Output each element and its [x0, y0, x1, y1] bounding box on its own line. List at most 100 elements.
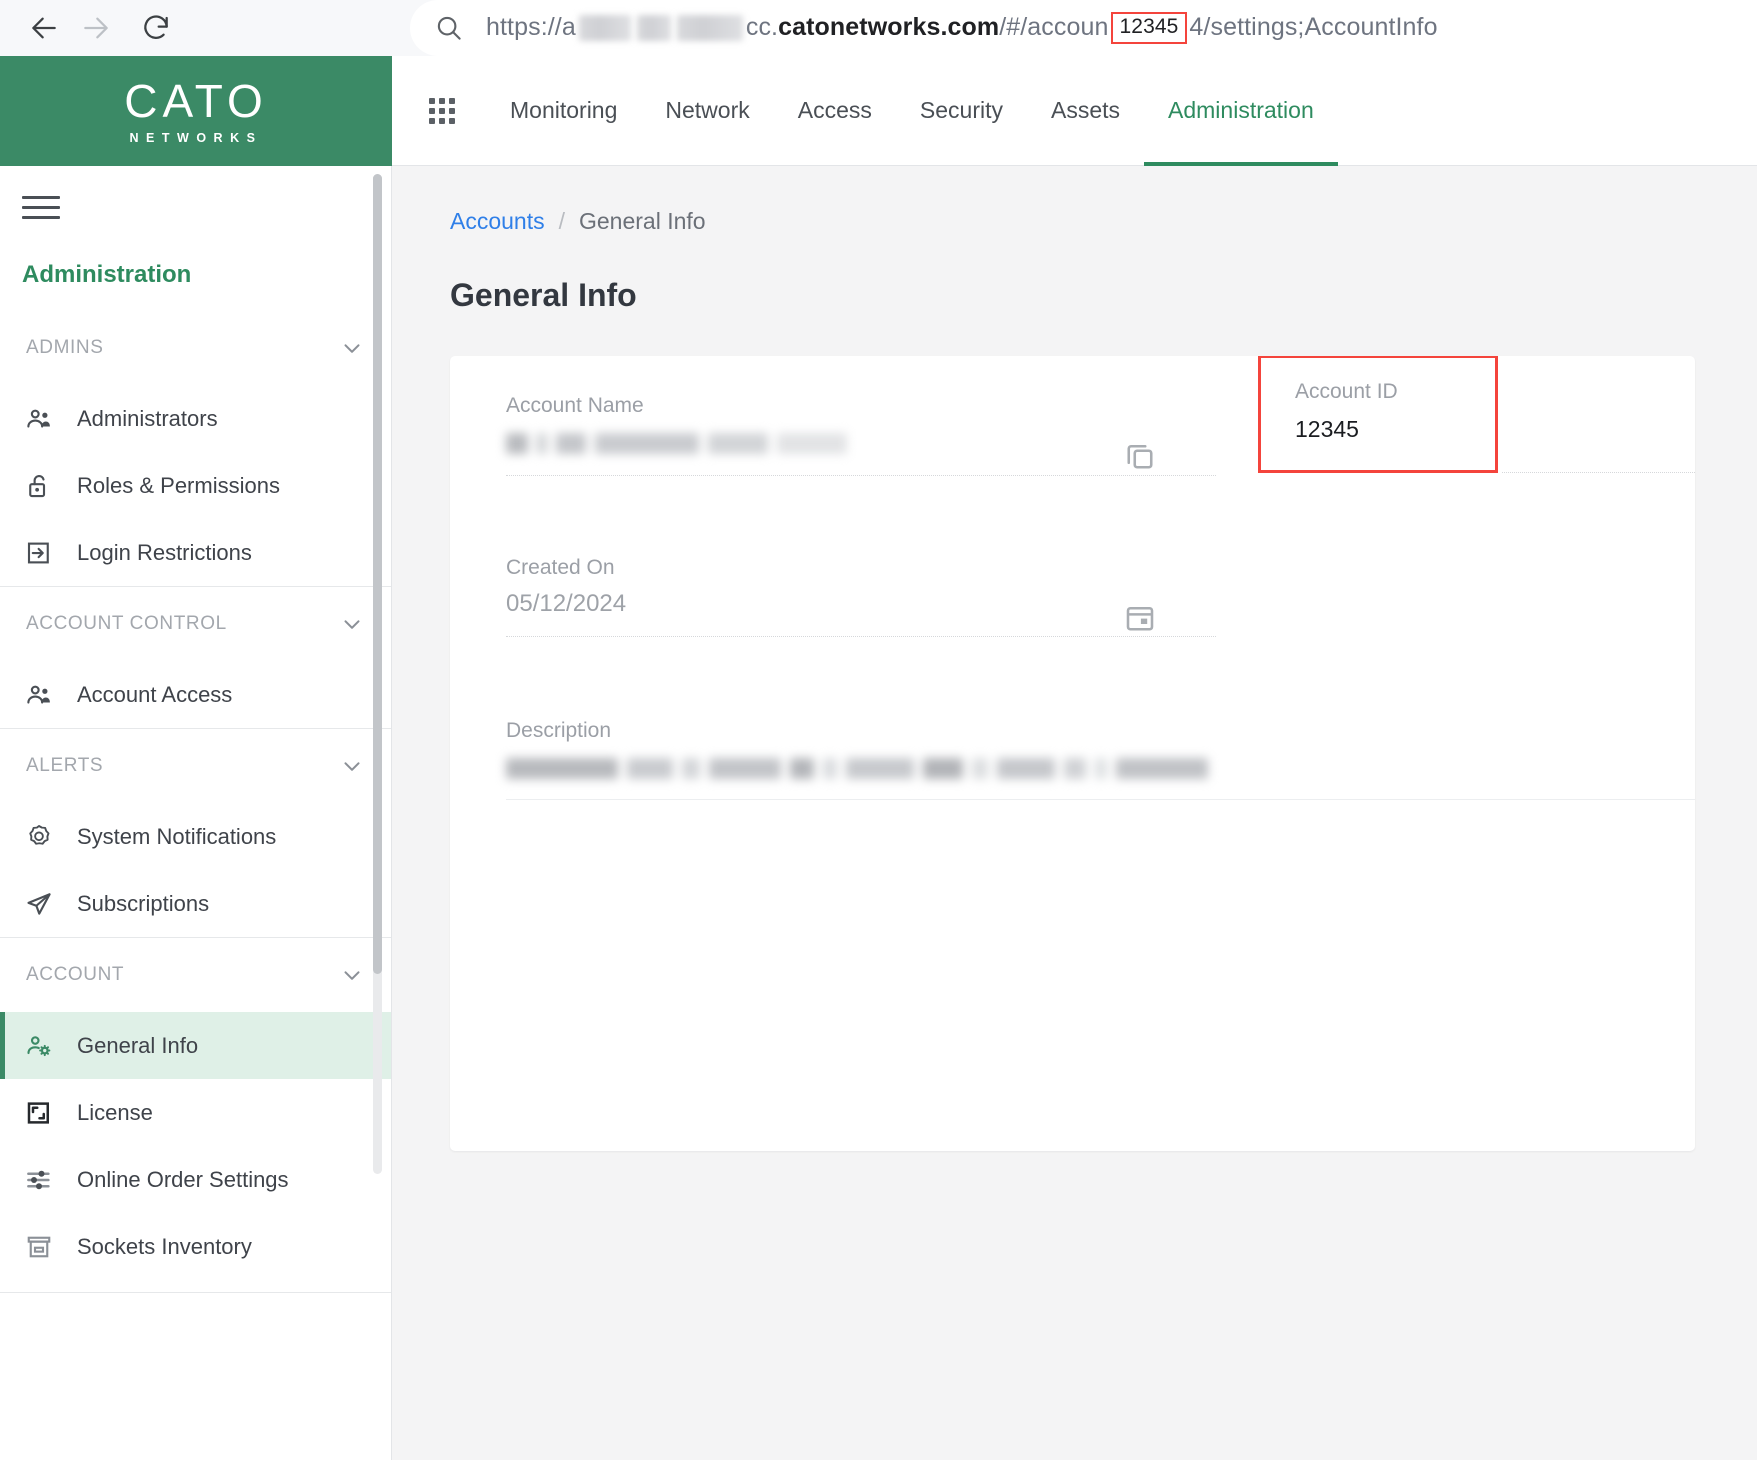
- main-content: Accounts / General Info General Info Acc…: [392, 166, 1757, 1460]
- sidebar-divider: [0, 1292, 391, 1293]
- account-name-underline: [506, 475, 1216, 476]
- user-settings-icon: [22, 1029, 56, 1063]
- description-label: Description: [506, 719, 612, 742]
- sidebar-item-roles-permissions[interactable]: Roles & Permissions: [0, 452, 391, 519]
- sidebar-item-label: Online Order Settings: [77, 1166, 289, 1192]
- nav-item-monitoring[interactable]: Monitoring: [486, 56, 641, 166]
- sidebar: Administration ADMINS Administrators Rol…: [0, 166, 392, 1460]
- sidebar-item-sockets-inventory[interactable]: Sockets Inventory: [0, 1213, 391, 1280]
- send-icon: [22, 887, 56, 921]
- app-header: CATO NETWORKS Monitoring Network Access …: [0, 56, 1757, 166]
- url-prefix: https://a: [486, 13, 576, 42]
- created-on-value: 05/12/2024: [506, 590, 627, 617]
- sidebar-group-account-control[interactable]: ACCOUNT CONTROL: [0, 587, 391, 661]
- breadcrumb-accounts-link[interactable]: Accounts: [450, 208, 545, 235]
- general-info-card: Account Name Account ID 12345 Created On…: [450, 356, 1695, 1151]
- page-title: General Info: [450, 277, 637, 313]
- inventory-box-icon: [22, 1230, 56, 1264]
- copy-icon[interactable]: [1122, 438, 1158, 479]
- sidebar-item-login-restrictions[interactable]: Login Restrictions: [0, 519, 391, 586]
- url-redacted-1: [578, 14, 631, 41]
- cato-logo[interactable]: CATO NETWORKS: [0, 56, 392, 166]
- users-icon: [22, 678, 56, 712]
- breadcrumb: Accounts / General Info: [392, 166, 1757, 235]
- license-frame-icon: [22, 1096, 56, 1130]
- nav-item-administration[interactable]: Administration: [1144, 56, 1338, 166]
- description-underline: [506, 799, 1695, 800]
- users-icon: [22, 402, 56, 436]
- nav-item-security[interactable]: Security: [896, 56, 1027, 166]
- sidebar-item-label: Account Access: [77, 681, 233, 707]
- sidebar-item-label: System Notifications: [77, 823, 277, 849]
- top-navigation: Monitoring Network Access Security Asset…: [392, 56, 1757, 166]
- account-name-label: Account Name: [506, 394, 644, 417]
- sidebar-item-general-info[interactable]: General Info: [0, 1012, 391, 1079]
- logo-wordmark: CATO: [124, 74, 268, 127]
- account-name-field[interactable]: Account Name: [506, 394, 1216, 476]
- sidebar-group-account[interactable]: ACCOUNT: [0, 938, 391, 1012]
- browser-toolbar: https://a cc. catonetworks.com /#/accoun…: [0, 0, 1757, 56]
- chevron-down-icon: [339, 962, 365, 988]
- account-id-label: Account ID: [1295, 380, 1398, 403]
- account-name-value-redacted: [506, 428, 1216, 458]
- arrow-right-icon: [84, 17, 108, 39]
- sliders-icon: [22, 1163, 56, 1197]
- unlock-icon: [22, 469, 56, 503]
- arrow-left-icon: [32, 17, 56, 39]
- nav-item-assets[interactable]: Assets: [1027, 56, 1144, 166]
- url-redacted-3: [676, 14, 743, 41]
- chevron-down-icon: [339, 753, 365, 779]
- nav-item-network[interactable]: Network: [641, 56, 773, 166]
- sidebar-group-label: ADMINS: [26, 337, 104, 358]
- url-domain: catonetworks.com: [778, 13, 1000, 42]
- url-account-id-highlight: 12345: [1110, 12, 1188, 44]
- sidebar-group-label: ACCOUNT: [26, 964, 125, 985]
- sidebar-group-alerts[interactable]: ALERTS: [0, 729, 391, 803]
- calendar-icon[interactable]: [1122, 600, 1158, 641]
- sidebar-item-label: Administrators: [77, 405, 218, 431]
- address-bar[interactable]: https://a cc. catonetworks.com /#/accoun…: [410, 0, 1757, 56]
- description-field[interactable]: Description: [506, 719, 1695, 800]
- url-domain-dim: cc.: [745, 13, 779, 42]
- sidebar-item-system-notifications[interactable]: System Notifications: [0, 803, 391, 870]
- sidebar-item-label: Login Restrictions: [77, 539, 252, 565]
- nav-item-access[interactable]: Access: [774, 56, 896, 166]
- sidebar-item-account-access[interactable]: Account Access: [0, 661, 391, 728]
- chevron-down-icon: [339, 611, 365, 637]
- url-redacted-2: [636, 14, 671, 41]
- url-path-mid: /#/accoun: [999, 13, 1109, 42]
- sidebar-group-label: ALERTS: [26, 755, 104, 776]
- alert-badge-icon: [22, 820, 56, 854]
- sidebar-item-label: License: [77, 1099, 153, 1125]
- sidebar-item-license[interactable]: License: [0, 1079, 391, 1146]
- logo-tagline: NETWORKS: [129, 130, 263, 145]
- hamburger-icon[interactable]: [0, 166, 60, 219]
- account-id-underline: [1502, 472, 1695, 473]
- sidebar-item-subscriptions[interactable]: Subscriptions: [0, 870, 391, 937]
- sidebar-item-administrators[interactable]: Administrators: [0, 385, 391, 452]
- sidebar-scrollbar-thumb[interactable]: [373, 174, 382, 974]
- breadcrumb-current: General Info: [579, 208, 706, 234]
- sidebar-item-label: Roles & Permissions: [77, 472, 280, 498]
- chevron-down-icon: [339, 335, 365, 361]
- forward-button[interactable]: [70, 2, 122, 54]
- sidebar-title: Administration: [22, 261, 192, 288]
- reload-button[interactable]: [130, 2, 182, 54]
- back-button[interactable]: [18, 2, 70, 54]
- sidebar-item-online-order-settings[interactable]: Online Order Settings: [0, 1146, 391, 1213]
- sidebar-group-label: ACCOUNT CONTROL: [26, 613, 227, 634]
- description-value-redacted: [506, 753, 1695, 783]
- sidebar-item-label: Sockets Inventory: [77, 1233, 252, 1259]
- account-id-value: 12345: [1295, 416, 1359, 442]
- apps-grid-icon[interactable]: [414, 83, 470, 139]
- sidebar-group-admins[interactable]: ADMINS: [0, 311, 391, 385]
- search-icon: [432, 11, 466, 45]
- breadcrumb-separator: /: [558, 208, 565, 234]
- account-id-highlight-box[interactable]: Account ID 12345: [1258, 356, 1498, 473]
- url-text: https://a cc. catonetworks.com /#/accoun…: [486, 12, 1438, 44]
- created-on-label: Created On: [506, 556, 615, 579]
- created-on-underline: [506, 636, 1216, 637]
- created-on-field[interactable]: Created On 05/12/2024: [506, 556, 1216, 637]
- sidebar-item-label: Subscriptions: [77, 890, 210, 916]
- reload-icon: [144, 15, 168, 39]
